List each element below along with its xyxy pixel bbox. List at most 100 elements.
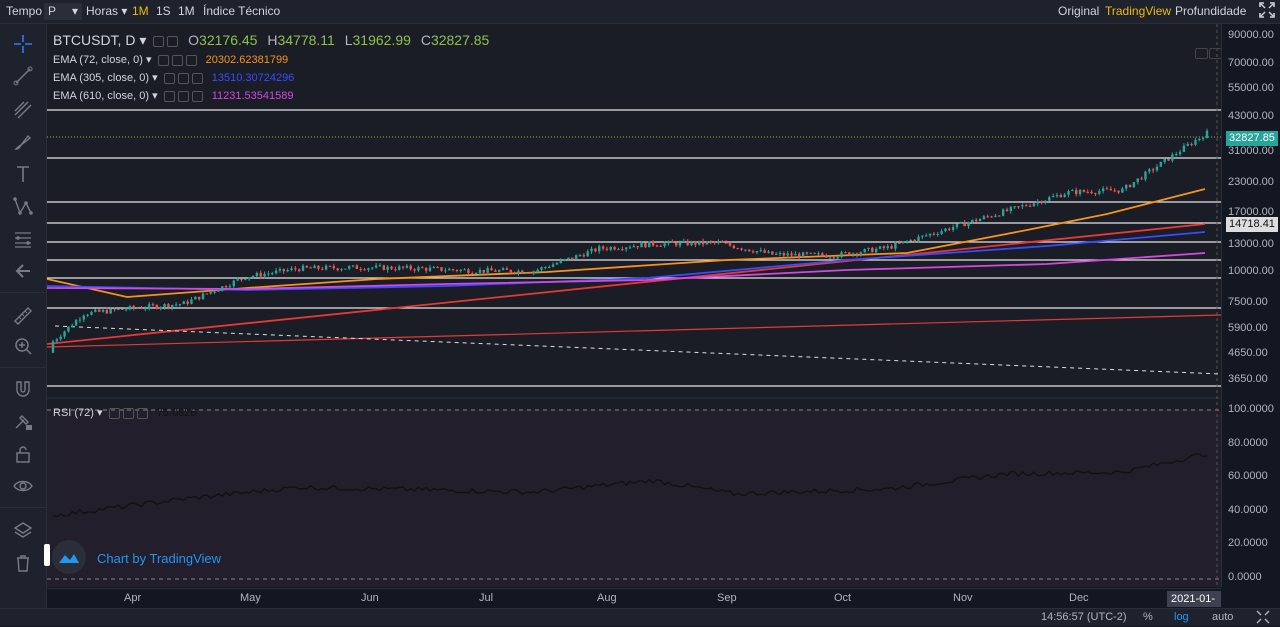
rsi-legend[interactable]: RSI (72) ▾ 75.0826 [53, 406, 196, 419]
candle-body [67, 326, 70, 332]
interval-1s-button[interactable]: 1S [152, 3, 175, 20]
chevron-down-icon[interactable]: ▾ [146, 54, 152, 66]
price-tick-label: 90000.00 [1228, 29, 1274, 41]
auto-scale-button[interactable]: auto [1212, 611, 1233, 623]
close-icon[interactable] [136, 407, 148, 419]
candle-body [221, 286, 224, 291]
candle-body [582, 255, 586, 257]
unlock-icon[interactable] [11, 442, 35, 466]
chevron-down-icon[interactable]: ▾ [152, 72, 158, 84]
candle-body [921, 235, 924, 237]
pane-collapse-icon[interactable] [1195, 48, 1208, 59]
fib-tool-icon[interactable] [11, 227, 35, 251]
chevron-down-icon[interactable]: ▾ [97, 407, 103, 419]
eye-icon[interactable] [11, 474, 35, 498]
interval-1m-button[interactable]: 1M [128, 3, 153, 20]
pane-resize-handle[interactable] [44, 544, 50, 566]
chevron-down-icon[interactable]: ▾ [139, 32, 146, 48]
candle-body [909, 239, 913, 242]
tradingview-logo-icon[interactable] [52, 540, 86, 574]
candle-body [601, 246, 605, 249]
candle-body [301, 265, 305, 271]
pattern-tool-icon[interactable] [11, 194, 35, 218]
trend-line-icon[interactable] [11, 64, 35, 88]
horas-dropdown[interactable]: Horas ▾ [82, 3, 131, 20]
settings-icon[interactable] [122, 407, 134, 419]
candle-body [78, 319, 82, 321]
rsi-label[interactable]: RSI (72) [53, 407, 94, 419]
candle-body [901, 241, 905, 243]
ruler-icon[interactable] [11, 304, 35, 328]
close-icon[interactable] [191, 90, 203, 102]
eye-icon[interactable] [163, 90, 175, 102]
candle-body [986, 216, 989, 218]
ema-legend-305[interactable]: EMA (305, close, 0) ▾ 13510.30724296 [53, 71, 294, 84]
symbol-name[interactable]: BTCUSDT, D [53, 32, 135, 48]
indicators-button[interactable]: Índice Técnico [199, 3, 284, 20]
close-icon[interactable] [191, 72, 203, 84]
zoom-in-icon[interactable] [11, 334, 35, 358]
back-arrow-icon[interactable] [11, 259, 35, 283]
candle-body [55, 339, 59, 342]
crosshair-icon[interactable] [11, 32, 35, 56]
ema-legend-610[interactable]: EMA (610, close, 0) ▾ 11231.53541589 [53, 89, 294, 102]
candle-body [371, 267, 374, 269]
candle-body [951, 227, 955, 230]
candle-body [159, 307, 162, 309]
fullscreen-icon[interactable] [1255, 2, 1279, 19]
candle-body [1201, 138, 1205, 140]
settings-icon[interactable] [167, 35, 179, 47]
percent-scale-button[interactable]: % [1143, 611, 1153, 623]
brush-icon[interactable] [11, 130, 35, 154]
candle-body [1025, 205, 1028, 207]
chevron-down-icon[interactable]: ▾ [152, 90, 158, 102]
magnet-icon[interactable] [11, 377, 35, 401]
candle-body [671, 241, 674, 243]
settings-icon[interactable] [171, 54, 183, 66]
time-axis[interactable]: Apr May Jun Jul Aug Sep Oct Nov Dec 2021-01-06 [47, 588, 1221, 621]
channel-tool-icon[interactable] [11, 98, 35, 122]
eye-icon[interactable] [108, 407, 120, 419]
log-scale-button[interactable]: log [1174, 611, 1189, 623]
ema305-label[interactable]: EMA (305, close, 0) [53, 72, 149, 84]
price-axis[interactable]: 90000.00 70000.00 55000.00 43000.00 31000.00… [1221, 24, 1280, 587]
low-label: L [344, 32, 353, 48]
eye-icon[interactable] [153, 35, 165, 47]
candle-body [1140, 178, 1143, 180]
view-tradingview-button[interactable]: TradingView [1101, 3, 1175, 20]
candle-body [1044, 200, 1047, 204]
candle-body [932, 233, 936, 235]
candle-body [1113, 190, 1116, 192]
text-tool-icon[interactable] [11, 162, 35, 186]
settings-icon[interactable] [177, 90, 189, 102]
candle-body [632, 246, 636, 248]
layers-icon[interactable] [11, 519, 35, 543]
ema610-label[interactable]: EMA (610, close, 0) [53, 90, 149, 102]
price-chart[interactable] [47, 24, 1221, 587]
candle-body [767, 251, 770, 253]
tradingview-watermark[interactable]: Chart by TradingView [97, 551, 221, 566]
candle-body [1148, 169, 1151, 172]
symbol-legend[interactable]: BTCUSDT, D ▾ O32176.45 H34778.11 L31962.… [53, 32, 489, 49]
candle-body [944, 228, 947, 232]
ema72-label[interactable]: EMA (72, close, 0) [53, 54, 143, 66]
view-original-button[interactable]: Original [1054, 3, 1103, 20]
ema-legend-72[interactable]: EMA (72, close, 0) ▾ 20302.62381799 [53, 53, 288, 66]
period-select[interactable]: P ▾ [44, 3, 82, 20]
chart-area[interactable]: BTCUSDT, D ▾ O32176.45 H34778.11 L31962.… [44, 24, 1222, 587]
ema610-value: 11231.53541589 [211, 90, 294, 102]
eye-icon[interactable] [157, 54, 169, 66]
eye-icon[interactable] [163, 72, 175, 84]
ema305-value: 13510.30724296 [211, 72, 295, 84]
chart-settings-icon[interactable] [1256, 610, 1270, 627]
close-icon[interactable] [185, 54, 197, 66]
interval-1month-button[interactable]: 1M [174, 3, 199, 20]
candle-body [194, 296, 197, 300]
lock-drawings-icon[interactable] [11, 409, 35, 433]
candle-body [574, 255, 578, 259]
trash-icon[interactable] [11, 551, 35, 575]
settings-icon[interactable] [177, 72, 189, 84]
high-value: 34778.11 [277, 32, 335, 48]
candle-body [1040, 201, 1043, 204]
view-depth-button[interactable]: Profundidade [1171, 3, 1250, 20]
